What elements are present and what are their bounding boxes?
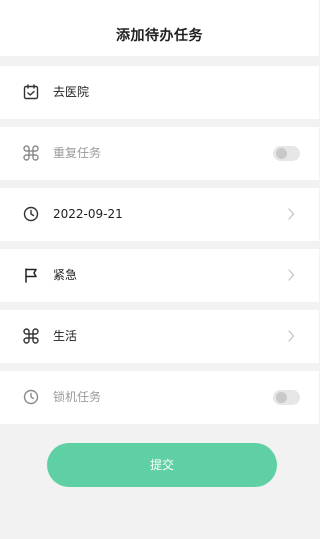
priority-row[interactable]: 紧急 [0, 249, 319, 302]
date-row[interactable]: 2022-09-21 [0, 188, 319, 241]
chevron-right-icon [287, 329, 295, 343]
calendar-check-icon [22, 83, 40, 101]
toggle-knob [276, 148, 287, 159]
clock-icon [22, 388, 40, 406]
page-title: 添加待办任务 [116, 28, 203, 44]
lock-task-label: 锁机任务 [53, 390, 102, 404]
app-header: 添加待办任务 [0, 0, 319, 56]
lock-task-toggle[interactable] [273, 390, 300, 405]
flag-icon [22, 266, 40, 284]
date-value: 2022-09-21 [53, 207, 123, 221]
repeat-task-label: 重复任务 [53, 146, 102, 160]
task-name-value: 去医院 [53, 85, 90, 99]
chevron-right-icon [287, 207, 295, 221]
chevron-right-icon [287, 268, 295, 282]
category-value: 生活 [53, 329, 78, 343]
task-name-row[interactable]: 去医院 [0, 66, 319, 119]
toggle-knob [276, 392, 287, 403]
clock-icon [22, 205, 40, 223]
clover-icon [22, 327, 40, 345]
clover-icon [22, 144, 40, 162]
category-row[interactable]: 生活 [0, 310, 319, 363]
priority-value: 紧急 [53, 268, 78, 282]
repeat-task-row: 重复任务 [0, 127, 319, 180]
repeat-task-toggle[interactable] [273, 146, 300, 161]
submit-button[interactable]: 提交 [47, 443, 277, 487]
lock-task-row: 锁机任务 [0, 371, 319, 424]
